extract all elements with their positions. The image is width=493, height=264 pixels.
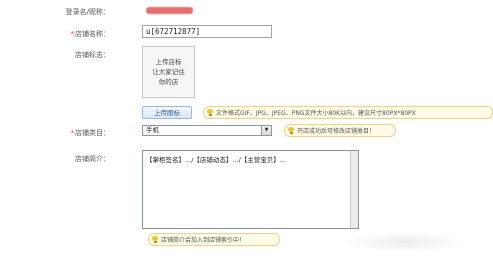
chevron-down-icon[interactable]: ▼ bbox=[261, 126, 271, 135]
intro-tip-text: 店铺简介会加入到店铺索引中！ bbox=[161, 237, 246, 244]
category-tip: 开店成功后可修改店铺类目！ bbox=[284, 124, 396, 137]
shop-logo-preview: 上传店标 让大家记住 你的店 bbox=[142, 46, 195, 98]
intro-tip: 店铺简介会加入到店铺索引中！ bbox=[148, 233, 280, 246]
shop-category-selected: 手机 bbox=[146, 126, 159, 134]
shop-category-label: *店铺类目： bbox=[70, 129, 111, 137]
lightbulb-icon bbox=[207, 109, 213, 116]
login-name-label: 登录名/昵称： bbox=[65, 8, 110, 16]
shop-intro-label: 店铺简介： bbox=[75, 155, 110, 163]
shop-category-select[interactable]: 手机 ▼ bbox=[142, 125, 272, 136]
upload-logo-button[interactable]: 上传图标 bbox=[142, 106, 192, 119]
logo-format-tip: 文件格式GIF、JPG、JPEG、PNG文件大小80K以内，建议尺寸80PX*8… bbox=[203, 106, 493, 119]
shop-intro-text: 【掌柜签名】.../【店铺动态】.../【主营宝贝】... bbox=[146, 156, 286, 164]
lightbulb-icon bbox=[288, 127, 294, 134]
shop-name-input[interactable]: u[672712877] bbox=[142, 25, 272, 38]
shop-logo-label: 店铺标志： bbox=[75, 51, 110, 59]
watermark-smudge bbox=[345, 232, 465, 252]
login-name-value-redacted bbox=[146, 7, 193, 14]
shop-name-label: *店铺名称： bbox=[70, 30, 111, 38]
textarea-scrollbar[interactable] bbox=[350, 151, 358, 228]
lightbulb-icon bbox=[152, 236, 158, 243]
logo-format-tip-text: 文件格式GIF、JPG、JPEG、PNG文件大小80K以内，建议尺寸80PX*8… bbox=[216, 110, 416, 117]
category-tip-text: 开店成功后可修改店铺类目！ bbox=[297, 128, 376, 135]
shop-intro-textarea[interactable]: 【掌柜签名】.../【店铺动态】.../【主营宝贝】... bbox=[142, 150, 359, 229]
shop-logo-placeholder: 上传店标 让大家记住 你的店 bbox=[152, 58, 185, 86]
